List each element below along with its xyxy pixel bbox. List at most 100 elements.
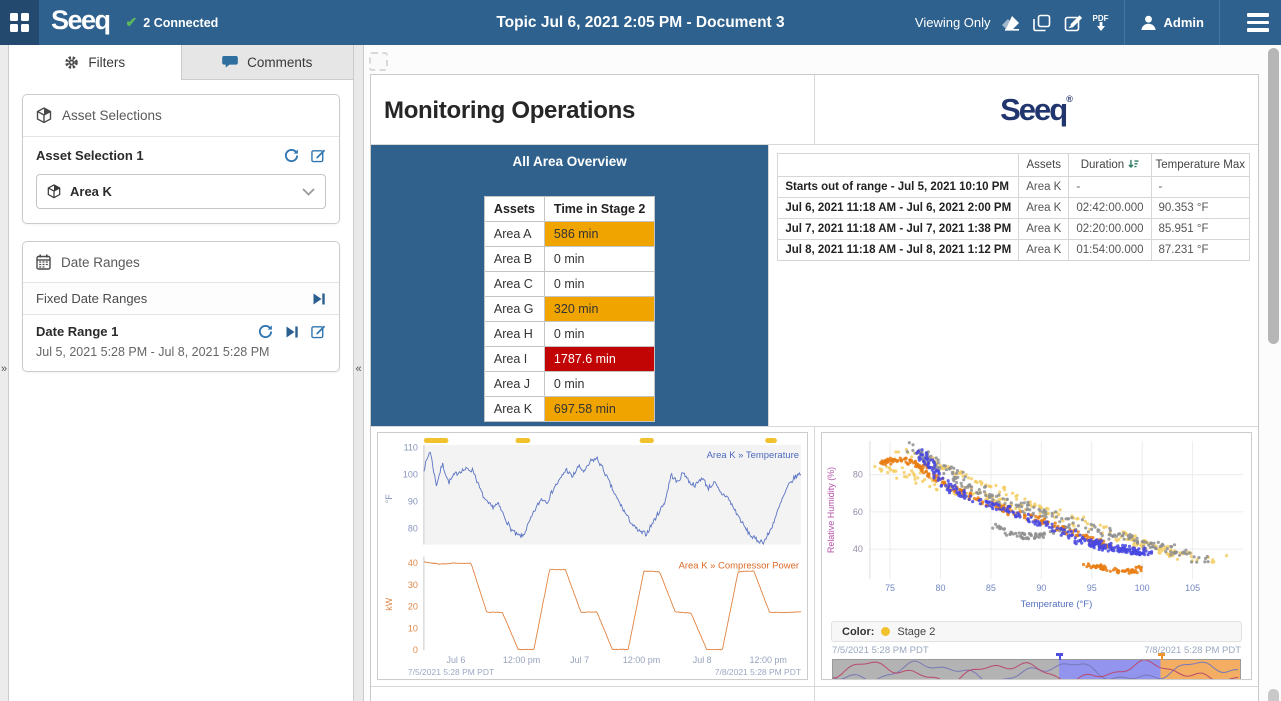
capsule-range-cell: Jul 8, 2021 11:18 AM - Jul 8, 2021 1:12 … bbox=[778, 240, 1019, 261]
comment-icon bbox=[222, 55, 238, 69]
svg-text:85: 85 bbox=[986, 583, 996, 593]
overview-asset-cell: Area K bbox=[484, 397, 544, 422]
svg-text:Temperature (°F): Temperature (°F) bbox=[1021, 599, 1093, 610]
copy-document-icon[interactable] bbox=[1031, 12, 1053, 34]
overview-title: All Area Overview bbox=[371, 145, 768, 169]
cube-icon bbox=[36, 107, 52, 124]
refresh-icon[interactable] bbox=[284, 148, 299, 163]
overview-asset-cell: Area I bbox=[484, 347, 544, 372]
check-icon: ✔ bbox=[126, 14, 138, 31]
date-range-selector-strip[interactable] bbox=[832, 659, 1241, 680]
svg-text:40: 40 bbox=[853, 544, 863, 554]
all-area-overview-panel: All Area Overview Assets Time in Stage 2… bbox=[371, 145, 768, 426]
tab-filters[interactable]: Filters bbox=[9, 45, 181, 80]
scatter-chart[interactable]: 7580859095100105406080Temperature (°F)Re… bbox=[821, 432, 1252, 680]
svg-text:12:00 pm: 12:00 pm bbox=[503, 655, 540, 665]
svg-text:7/5/2021 5:28 PM PDT: 7/5/2021 5:28 PM PDT bbox=[408, 667, 494, 677]
overview-row: Area K697.58 min bbox=[484, 397, 654, 422]
trend-chart[interactable]: 1101009080°FArea K » Temperature40302010… bbox=[377, 432, 808, 680]
svg-text:90: 90 bbox=[1036, 583, 1046, 593]
svg-text:Area K » Compressor Power: Area K » Compressor Power bbox=[679, 560, 799, 571]
sidebar-collapse-handle[interactable]: « bbox=[353, 45, 364, 701]
left-panel-expand-handle[interactable]: » bbox=[0, 45, 9, 701]
svg-text:Jul 8: Jul 8 bbox=[693, 655, 712, 665]
overview-asset-cell: Area B bbox=[484, 247, 544, 272]
overview-row: Area I1787.6 min bbox=[484, 347, 654, 372]
capsule-temp-cell: - bbox=[1151, 177, 1249, 198]
document-page: Monitoring Operations Seeq® All Area Ove… bbox=[370, 74, 1259, 701]
svg-text:95: 95 bbox=[1087, 583, 1097, 593]
viewing-only-label: Viewing Only bbox=[915, 15, 991, 30]
seeq-logo[interactable]: Seeq bbox=[39, 5, 126, 40]
capsule-table: Assets Duration Temperature Max Starts o… bbox=[777, 153, 1250, 261]
capsule-range-cell: Jul 7, 2021 11:18 AM - Jul 7, 2021 1:38 … bbox=[778, 219, 1019, 240]
overview-value-cell: 697.58 min bbox=[544, 397, 654, 422]
range-start-timestamp: 7/5/2021 5:28 PM PDT bbox=[832, 645, 929, 656]
range-start-pin[interactable] bbox=[1059, 653, 1061, 660]
svg-text:100: 100 bbox=[1135, 583, 1150, 593]
date-range-item: Date Range 1 bbox=[23, 315, 339, 371]
divider bbox=[1124, 0, 1125, 45]
date-range-value: Jul 5, 2021 5:28 PM - Jul 8, 2021 5:28 P… bbox=[36, 345, 326, 359]
date-range-name: Date Range 1 bbox=[36, 324, 118, 339]
edit-icon[interactable] bbox=[311, 324, 326, 339]
svg-text:80: 80 bbox=[935, 583, 945, 593]
capsule-duration-cell: 02:42:00.000 bbox=[1069, 198, 1151, 219]
svg-text:Area K » Temperature: Area K » Temperature bbox=[707, 450, 799, 461]
vertical-scrollbar[interactable] bbox=[1266, 45, 1280, 701]
capsule-duration-cell: 02:20:00.000 bbox=[1069, 219, 1151, 240]
drag-handle[interactable] bbox=[369, 52, 388, 71]
svg-text:40: 40 bbox=[408, 558, 418, 568]
svg-text:60: 60 bbox=[853, 507, 863, 517]
overview-value-cell: 1787.6 min bbox=[544, 347, 654, 372]
range-end-pin[interactable] bbox=[1161, 653, 1163, 660]
svg-text:Jul 6: Jul 6 bbox=[446, 655, 465, 665]
scatter-legend: Color: Stage 2 bbox=[831, 621, 1242, 642]
selected-asset: Area K bbox=[70, 184, 112, 199]
capsule-row: Jul 6, 2021 11:18 AM - Jul 6, 2021 2:00 … bbox=[778, 198, 1250, 219]
scrollbar-thumb[interactable] bbox=[1268, 48, 1279, 344]
step-to-end-icon[interactable] bbox=[312, 292, 326, 306]
overview-row: Area A586 min bbox=[484, 222, 654, 247]
step-to-end-icon[interactable] bbox=[285, 325, 299, 339]
capsule-temp-cell: 85.951 °F bbox=[1151, 219, 1249, 240]
capsule-duration-cell: - bbox=[1069, 177, 1151, 198]
sidebar: Filters Comments Asset Selections Asset … bbox=[9, 45, 353, 701]
top-navbar: Seeq ✔ 2 Connected Topic Jul 6, 2021 2:0… bbox=[0, 0, 1281, 45]
svg-text:10: 10 bbox=[408, 623, 418, 633]
capsule-col-temperature: Temperature Max bbox=[1151, 154, 1249, 177]
tab-comments[interactable]: Comments bbox=[181, 45, 354, 80]
connection-status[interactable]: ✔ 2 Connected bbox=[126, 14, 219, 31]
overview-row: Area H0 min bbox=[484, 322, 654, 347]
overview-col-value: Time in Stage 2 bbox=[544, 197, 654, 222]
chevron-down-icon bbox=[302, 188, 315, 196]
asset-dropdown[interactable]: Area K bbox=[36, 174, 326, 209]
svg-text:0: 0 bbox=[413, 645, 418, 655]
overview-row: Area G320 min bbox=[484, 297, 654, 322]
overview-asset-cell: Area C bbox=[484, 272, 544, 297]
grid-icon bbox=[10, 13, 29, 32]
overview-value-cell: 0 min bbox=[544, 272, 654, 297]
svg-text:80: 80 bbox=[408, 523, 418, 533]
presentation-mode-icon[interactable] bbox=[1000, 12, 1022, 34]
page-title: Monitoring Operations bbox=[371, 75, 814, 125]
edit-document-icon[interactable] bbox=[1062, 12, 1084, 34]
legend-color-label: Color: bbox=[842, 626, 874, 638]
svg-text:7/8/2021 5:28 PM PDT: 7/8/2021 5:28 PM PDT bbox=[715, 667, 801, 677]
capsule-col-duration[interactable]: Duration bbox=[1069, 154, 1151, 177]
svg-text:Jul 7: Jul 7 bbox=[570, 655, 589, 665]
svg-text:100: 100 bbox=[403, 470, 418, 480]
overview-row: Area J0 min bbox=[484, 372, 654, 397]
user-menu[interactable]: Admin bbox=[1140, 14, 1204, 31]
legend-item-label: Stage 2 bbox=[897, 626, 935, 638]
hamburger-menu-icon[interactable] bbox=[1235, 13, 1281, 32]
calendar-icon bbox=[36, 254, 51, 270]
export-pdf-icon[interactable]: PDF bbox=[1093, 15, 1109, 31]
svg-text:75: 75 bbox=[885, 583, 895, 593]
capsule-col-assets: Assets bbox=[1019, 154, 1069, 177]
capsule-col-empty bbox=[778, 154, 1019, 177]
edit-icon[interactable] bbox=[311, 148, 326, 163]
app-switcher-button[interactable] bbox=[0, 0, 39, 45]
svg-text:12:00 pm: 12:00 pm bbox=[623, 655, 660, 665]
refresh-icon[interactable] bbox=[258, 324, 273, 339]
